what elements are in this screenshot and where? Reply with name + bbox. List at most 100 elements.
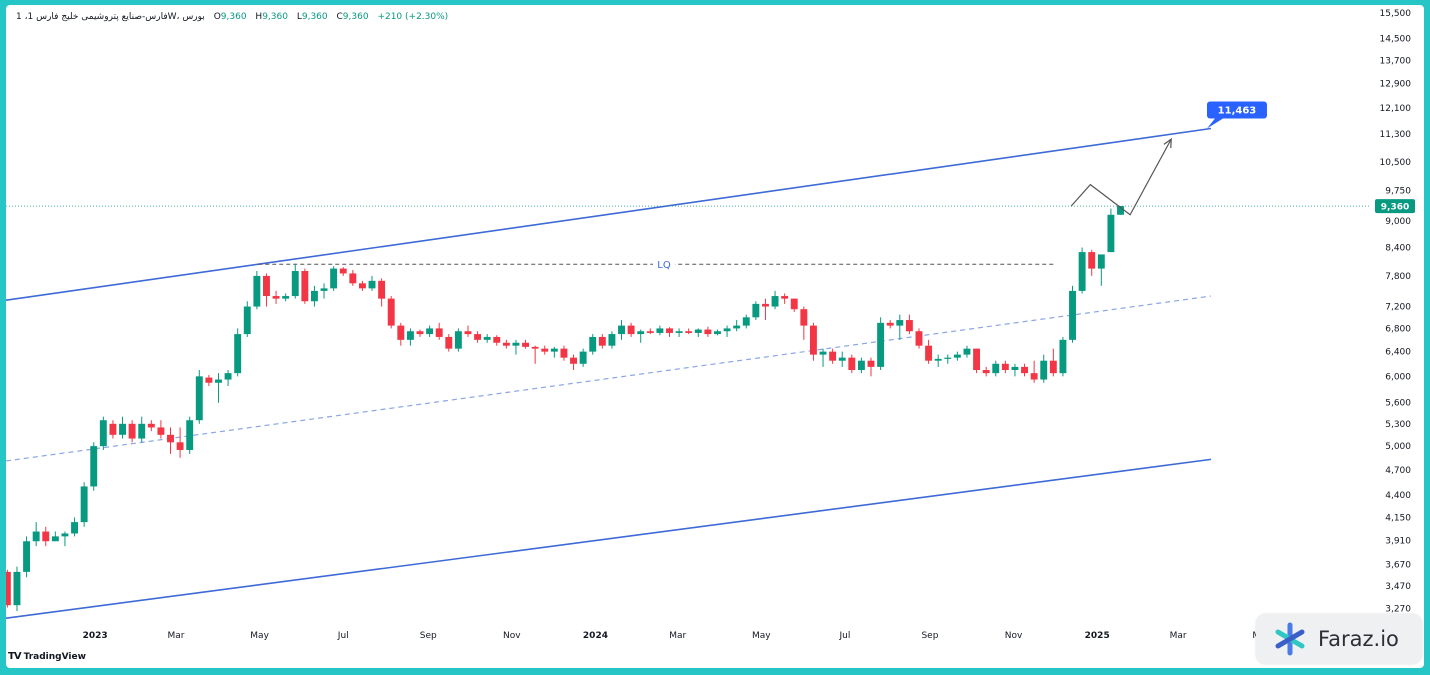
x-tick-label: 2025 (1085, 631, 1110, 641)
y-tick-label: 12,900 (1380, 79, 1412, 89)
target-price-label: 11,463 (1218, 106, 1257, 117)
candle-body (512, 342, 520, 346)
candle-body (666, 328, 673, 333)
candle-body (915, 331, 923, 346)
candle-body (838, 357, 846, 361)
y-tick-label: 6,400 (1385, 348, 1411, 358)
candle-body (157, 427, 165, 435)
candle-body (205, 377, 213, 383)
candle-body (80, 486, 88, 523)
candle-body (790, 298, 798, 310)
x-tick-label: 2023 (83, 631, 108, 641)
candle-body (685, 331, 693, 333)
candle-body (454, 331, 462, 349)
candle-body (416, 331, 424, 335)
faraz-text: Faraz.io (1318, 627, 1399, 651)
candle-body (675, 331, 683, 333)
y-tick-label: 4,400 (1385, 491, 1411, 501)
candle-body (1040, 360, 1048, 380)
candle-body (733, 325, 741, 329)
candle-body (368, 280, 376, 289)
last-price-label: 9,360 (1381, 203, 1409, 213)
y-tick-label: 4,150 (1385, 513, 1411, 523)
candle-body (167, 434, 174, 443)
candle-body (877, 322, 885, 367)
candle-body (627, 325, 635, 335)
candle-body (579, 351, 587, 364)
candle-body (1049, 360, 1057, 374)
candle-body (570, 357, 577, 364)
candle-body (23, 541, 31, 572)
candle-body (618, 325, 625, 335)
x-tick-label: Nov (1005, 631, 1023, 641)
candle-body (973, 348, 981, 370)
price-chart[interactable]: 15,500 14,500 13,700 12,900 12,100 11,300 10,5… (6, 5, 1424, 668)
candle-body (608, 334, 616, 346)
candle-body (886, 322, 894, 326)
y-tick-label: 6,800 (1385, 324, 1411, 334)
candle-body (723, 328, 731, 332)
y-tick-label: 6,000 (1385, 372, 1411, 382)
candle-body (358, 283, 366, 289)
candle-body (445, 336, 453, 349)
target-price-label-pointer (1206, 118, 1223, 129)
x-tick-label: Jul (839, 631, 851, 641)
tradingview-logo[interactable]: TV TradingView (8, 651, 86, 662)
candle-body (694, 329, 702, 333)
candle-body (531, 346, 539, 349)
x-tick-label: Mar (669, 631, 686, 641)
candle-body (320, 288, 328, 291)
candle-body (704, 329, 712, 335)
candle-body (147, 423, 155, 428)
candle-body (1011, 366, 1019, 370)
channel-lower-line (6, 458, 1212, 619)
candle-body (464, 331, 472, 335)
open-label: O (213, 12, 221, 22)
candle-body (867, 360, 875, 367)
candle-body (32, 531, 40, 542)
y-tick-label: 14,500 (1380, 35, 1412, 45)
candle-body (714, 331, 721, 335)
low-value: 9,360 (301, 12, 328, 22)
x-tick-label: Sep (420, 631, 437, 641)
candle-body (502, 342, 510, 346)
chart-frame: 15,500 14,500 13,700 12,900 12,100 11,300 10,5… (6, 5, 1424, 668)
chart-legend: 1 ،فارس-صنایع پتروشیمی خلیج فارس 1W، بور… (16, 12, 454, 22)
y-tick-label: 3,670 (1385, 561, 1411, 571)
candle-body (598, 336, 606, 346)
candle-body (800, 309, 808, 326)
candle-body (263, 275, 270, 297)
candle-body (848, 357, 856, 370)
candle-body (90, 446, 98, 487)
y-tick-label: 3,910 (1385, 536, 1411, 546)
candle-body (435, 328, 443, 337)
candle-body (656, 328, 664, 333)
x-tick-label: 2024 (583, 631, 608, 641)
candle-body (13, 571, 21, 606)
y-tick-label: 8,400 (1385, 244, 1411, 254)
candle-body (387, 298, 395, 326)
candle-body (272, 296, 280, 299)
candle-body (963, 348, 971, 355)
projection-path (1070, 138, 1172, 216)
close-value: 9,360 (342, 12, 369, 22)
candle-body (761, 303, 769, 307)
candle-body (953, 354, 961, 358)
open-value: 9,360 (220, 12, 247, 22)
candle-body (253, 275, 261, 307)
candle-body (1069, 290, 1076, 340)
candle-body (397, 325, 405, 340)
candle-body (483, 336, 491, 340)
candle-body (771, 296, 779, 307)
y-tick-label: 9,750 (1385, 186, 1411, 196)
y-tick-label: 11,300 (1380, 130, 1412, 140)
y-tick-label: 7,200 (1385, 303, 1411, 313)
candle-body (493, 336, 501, 343)
candle-body (550, 348, 558, 352)
candle-body (934, 358, 942, 361)
close-label: C (336, 12, 343, 22)
candle-body (51, 536, 59, 542)
candle-body (138, 423, 146, 439)
candle-body (1088, 252, 1096, 269)
candle-body (541, 348, 549, 352)
